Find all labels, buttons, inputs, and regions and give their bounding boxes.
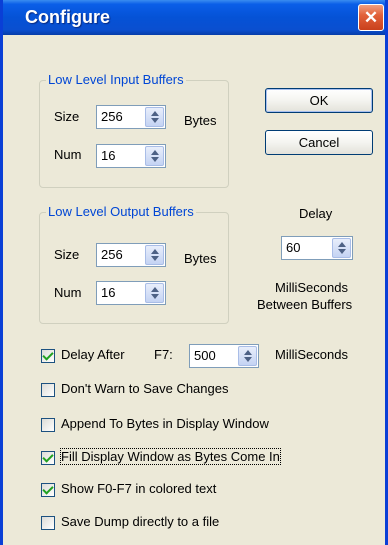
input-num-value[interactable]: 16 bbox=[101, 148, 115, 163]
title-bar[interactable]: Configure ✕ bbox=[3, 0, 385, 35]
arrow-down-icon[interactable] bbox=[151, 294, 159, 299]
input-buffers-group: Low Level Input Buffers Size 256 Bytes N… bbox=[39, 72, 229, 188]
delay-label: Delay bbox=[299, 206, 333, 221]
delay-after-value[interactable]: 500 bbox=[194, 348, 216, 363]
arrow-up-icon[interactable] bbox=[151, 150, 159, 155]
save-dump-checkbox[interactable] bbox=[41, 516, 55, 530]
window-title: Configure bbox=[25, 7, 110, 27]
delay-after-arrows[interactable] bbox=[238, 346, 257, 366]
append-bytes-label[interactable]: Append To Bytes in Display Window bbox=[61, 416, 269, 431]
output-num-arrows[interactable] bbox=[145, 283, 164, 303]
delay-after-unit: MilliSeconds bbox=[275, 347, 348, 362]
ok-button[interactable]: OK bbox=[265, 88, 373, 113]
output-buffers-group: Low Level Output Buffers Size 256 Bytes … bbox=[39, 204, 229, 324]
delay-after-spinner[interactable]: 500 bbox=[189, 344, 259, 368]
output-num-spinner[interactable]: 16 bbox=[96, 281, 166, 305]
arrow-up-icon[interactable] bbox=[244, 350, 252, 355]
output-bytes-label: Bytes bbox=[184, 251, 217, 266]
input-bytes-label: Bytes bbox=[184, 113, 217, 128]
output-size-label: Size bbox=[54, 247, 80, 262]
input-size-label: Size bbox=[54, 109, 80, 124]
dont-warn-label[interactable]: Don't Warn to Save Changes bbox=[61, 381, 228, 396]
input-size-spinner[interactable]: 256 bbox=[96, 105, 166, 129]
arrow-down-icon[interactable] bbox=[338, 249, 346, 254]
close-icon: ✕ bbox=[363, 7, 379, 27]
show-colored-checkbox[interactable] bbox=[41, 483, 55, 497]
arrow-down-icon[interactable] bbox=[151, 256, 159, 261]
close-button[interactable]: ✕ bbox=[358, 4, 384, 31]
input-num-arrows[interactable] bbox=[145, 146, 164, 166]
output-buffers-legend: Low Level Output Buffers bbox=[46, 204, 196, 219]
input-num-label: Num bbox=[54, 147, 82, 162]
delay-value[interactable]: 60 bbox=[286, 240, 300, 255]
save-dump-label[interactable]: Save Dump directly to a file bbox=[61, 514, 219, 529]
arrow-down-icon[interactable] bbox=[244, 357, 252, 362]
delay-after-checkbox[interactable] bbox=[41, 349, 55, 363]
dont-warn-checkbox[interactable] bbox=[41, 383, 55, 397]
cancel-button[interactable]: Cancel bbox=[265, 130, 373, 155]
delay-unit-line2: Between Buffers bbox=[257, 297, 353, 312]
delay-unit-line1: MilliSeconds bbox=[275, 280, 348, 295]
arrow-up-icon[interactable] bbox=[151, 249, 159, 254]
input-size-value[interactable]: 256 bbox=[101, 109, 123, 124]
arrow-down-icon[interactable] bbox=[151, 118, 159, 123]
configure-dialog: Configure ✕ Low Level Input Buffers Size… bbox=[0, 0, 388, 545]
output-num-label: Num bbox=[54, 285, 82, 300]
arrow-up-icon[interactable] bbox=[338, 242, 346, 247]
input-buffers-legend: Low Level Input Buffers bbox=[46, 72, 186, 87]
arrow-up-icon[interactable] bbox=[151, 111, 159, 116]
fill-display-label[interactable]: Fill Display Window as Bytes Come In bbox=[60, 448, 281, 465]
show-colored-label[interactable]: Show F0-F7 in colored text bbox=[61, 481, 216, 496]
arrow-down-icon[interactable] bbox=[151, 157, 159, 162]
output-size-arrows[interactable] bbox=[145, 245, 164, 265]
delay-after-label[interactable]: Delay After bbox=[61, 347, 125, 362]
delay-arrows[interactable] bbox=[332, 238, 351, 258]
input-size-arrows[interactable] bbox=[145, 107, 164, 127]
output-num-value[interactable]: 16 bbox=[101, 285, 115, 300]
delay-after-key: F7: bbox=[154, 347, 173, 362]
input-num-spinner[interactable]: 16 bbox=[96, 144, 166, 168]
delay-spinner[interactable]: 60 bbox=[281, 236, 353, 260]
append-bytes-checkbox[interactable] bbox=[41, 418, 55, 432]
arrow-up-icon[interactable] bbox=[151, 287, 159, 292]
output-size-value[interactable]: 256 bbox=[101, 247, 123, 262]
output-size-spinner[interactable]: 256 bbox=[96, 243, 166, 267]
fill-display-checkbox[interactable] bbox=[41, 451, 55, 465]
